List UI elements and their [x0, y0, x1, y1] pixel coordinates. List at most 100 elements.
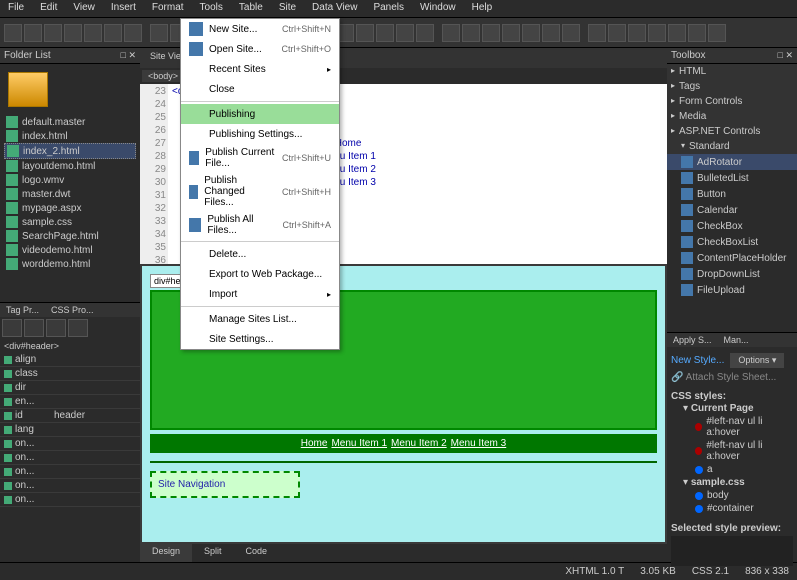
- property-row[interactable]: on...: [0, 465, 140, 479]
- toolbar-button[interactable]: [628, 24, 646, 42]
- file-item[interactable]: index_2.html: [4, 143, 136, 159]
- toolbar-button[interactable]: [124, 24, 142, 42]
- nav-link[interactable]: Menu Item 2: [391, 438, 447, 449]
- menu-help[interactable]: Help: [464, 0, 501, 17]
- category[interactable]: Tags: [667, 79, 797, 94]
- menu-view[interactable]: View: [65, 0, 103, 17]
- toolbar-button[interactable]: [44, 24, 62, 42]
- tab[interactable]: Tag Pr...: [0, 303, 45, 317]
- file-item[interactable]: mypage.aspx: [4, 201, 136, 215]
- close-icon[interactable]: □ ✕: [778, 50, 793, 61]
- menu-item-open-site-[interactable]: Open Site...Ctrl+Shift+O: [181, 39, 339, 59]
- view-tab-design[interactable]: Design: [140, 544, 192, 562]
- menu-tools[interactable]: Tools: [192, 0, 231, 17]
- control-item[interactable]: CheckBoxList: [667, 234, 797, 250]
- css-group[interactable]: ▾ sample.css: [671, 476, 793, 489]
- toolbar-button[interactable]: [416, 24, 434, 42]
- toolbar-button[interactable]: [150, 24, 168, 42]
- file-item[interactable]: worddemo.html: [4, 257, 136, 271]
- tab[interactable]: CSS Pro...: [45, 303, 100, 317]
- menu-item-import[interactable]: Import: [181, 284, 339, 304]
- css-rule[interactable]: #container: [671, 502, 793, 515]
- menu-item-publish-current-file-[interactable]: Publish Current File...Ctrl+Shift+U: [181, 144, 339, 172]
- control-item[interactable]: CheckBox: [667, 218, 797, 234]
- control-item[interactable]: FileUpload: [667, 282, 797, 298]
- attach-stylesheet[interactable]: 🔗 Attach Style Sheet...: [671, 370, 793, 385]
- left-nav-box[interactable]: Site Navigation: [150, 471, 300, 498]
- control-item[interactable]: DropDownList: [667, 266, 797, 282]
- file-item[interactable]: sample.css: [4, 215, 136, 229]
- css-rule[interactable]: body: [671, 489, 793, 502]
- file-item[interactable]: videodemo.html: [4, 243, 136, 257]
- menu-item-manage-sites-list-[interactable]: Manage Sites List...: [181, 309, 339, 329]
- toolbar-button[interactable]: [708, 24, 726, 42]
- view-tab-code[interactable]: Code: [234, 544, 280, 562]
- toolbar-button[interactable]: [64, 24, 82, 42]
- control-item[interactable]: ContentPlaceHolder: [667, 250, 797, 266]
- category[interactable]: HTML: [667, 64, 797, 79]
- property-row[interactable]: en...: [0, 395, 140, 409]
- property-row[interactable]: class: [0, 367, 140, 381]
- category[interactable]: Form Controls: [667, 94, 797, 109]
- menu-window[interactable]: Window: [412, 0, 464, 17]
- menu-item-recent-sites[interactable]: Recent Sites: [181, 59, 339, 79]
- new-style-link[interactable]: New Style...: [671, 355, 724, 366]
- property-row[interactable]: idheader: [0, 409, 140, 423]
- property-row[interactable]: on...: [0, 451, 140, 465]
- toolbar-button[interactable]: [522, 24, 540, 42]
- property-row[interactable]: on...: [0, 479, 140, 493]
- control-item[interactable]: AdRotator: [667, 154, 797, 170]
- toolbar-button[interactable]: [648, 24, 666, 42]
- property-row[interactable]: on...: [0, 437, 140, 451]
- menu-edit[interactable]: Edit: [32, 0, 65, 17]
- view-tab-split[interactable]: Split: [192, 544, 234, 562]
- toolbar-button[interactable]: [24, 24, 42, 42]
- nav-link[interactable]: Home: [301, 438, 328, 449]
- toolbar-button[interactable]: [462, 24, 480, 42]
- menu-item-new-site-[interactable]: New Site...Ctrl+Shift+N: [181, 19, 339, 39]
- menu-item-publish-changed-files-[interactable]: Publish Changed Files...Ctrl+Shift+H: [181, 172, 339, 211]
- menu-format[interactable]: Format: [144, 0, 192, 17]
- toolbar-button[interactable]: [4, 24, 22, 42]
- tab[interactable]: Apply S...: [667, 333, 718, 347]
- file-item[interactable]: layoutdemo.html: [4, 159, 136, 173]
- toolbar-button[interactable]: [356, 24, 374, 42]
- menu-item-publishing-settings-[interactable]: Publishing Settings...: [181, 124, 339, 144]
- file-item[interactable]: master.dwt: [4, 187, 136, 201]
- toolbar-button[interactable]: [502, 24, 520, 42]
- menu-item-close[interactable]: Close: [181, 79, 339, 99]
- nav-link[interactable]: Menu Item 1: [331, 438, 387, 449]
- file-item[interactable]: SearchPage.html: [4, 229, 136, 243]
- css-rule[interactable]: a: [671, 463, 793, 476]
- nav-bar[interactable]: HomeMenu Item 1 Menu Item 2 Menu Item 3: [150, 434, 657, 453]
- toolbar-button[interactable]: [588, 24, 606, 42]
- toolbar-button[interactable]: [396, 24, 414, 42]
- toolbar-button[interactable]: [482, 24, 500, 42]
- menu-file[interactable]: File: [0, 0, 32, 17]
- property-row[interactable]: align: [0, 353, 140, 367]
- menu-insert[interactable]: Insert: [103, 0, 144, 17]
- css-rule[interactable]: #left-nav ul li a:hover: [671, 415, 793, 439]
- toolbar-button[interactable]: [562, 24, 580, 42]
- css-rule[interactable]: #left-nav ul li a:hover: [671, 439, 793, 463]
- file-item[interactable]: default.master: [4, 115, 136, 129]
- control-item[interactable]: Calendar: [667, 202, 797, 218]
- category[interactable]: ASP.NET Controls: [667, 124, 797, 139]
- toolbar-button[interactable]: [668, 24, 686, 42]
- nav-link[interactable]: Menu Item 3: [451, 438, 507, 449]
- control-item[interactable]: BulletedList: [667, 170, 797, 186]
- crumb[interactable]: <body>: [142, 70, 184, 82]
- menu-data-view[interactable]: Data View: [304, 0, 365, 17]
- options-button[interactable]: Options ▾: [730, 353, 784, 368]
- menu-item-export-to-web-package-[interactable]: Export to Web Package...: [181, 264, 339, 284]
- toolbar-button[interactable]: [688, 24, 706, 42]
- close-icon[interactable]: □ ✕: [121, 50, 136, 61]
- menu-item-publish-all-files-[interactable]: Publish All Files...Ctrl+Shift+A: [181, 211, 339, 239]
- category[interactable]: Media: [667, 109, 797, 124]
- control-item[interactable]: Button: [667, 186, 797, 202]
- menu-item-delete-[interactable]: Delete...: [181, 244, 339, 264]
- file-item[interactable]: index.html: [4, 129, 136, 143]
- toolbar-button[interactable]: [608, 24, 626, 42]
- property-row[interactable]: dir: [0, 381, 140, 395]
- menu-item-publishing[interactable]: Publishing: [181, 104, 339, 124]
